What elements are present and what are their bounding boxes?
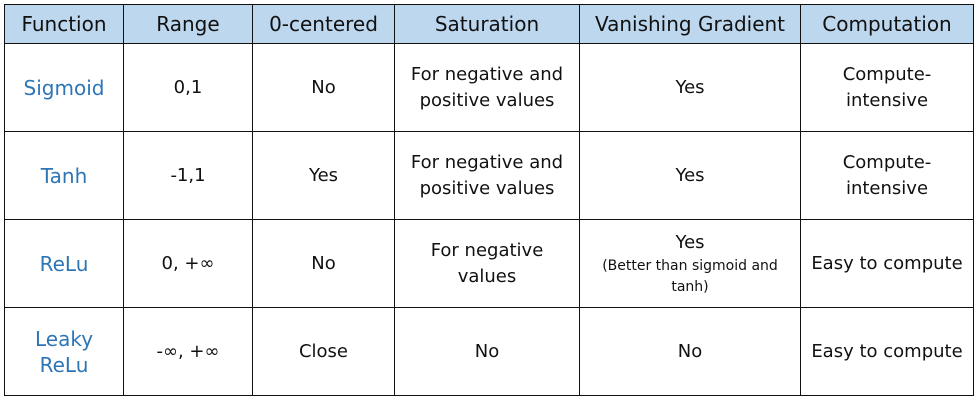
header-zero-centered: 0-centered — [252, 4, 395, 44]
zero-centered-cell: Close — [252, 307, 395, 396]
function-cell: ReLu — [4, 219, 124, 308]
header-vanishing-gradient: Vanishing Gradient — [579, 4, 801, 44]
computation-cell: Compute-intensive — [800, 131, 974, 220]
computation-cell: Easy to compute — [800, 307, 974, 396]
header-range: Range — [123, 4, 253, 44]
function-cell: Sigmoid — [4, 43, 124, 132]
range-cell: 0,1 — [123, 43, 253, 132]
vanishing-gradient-value: No — [677, 340, 703, 362]
computation-cell: Easy to compute — [800, 219, 974, 308]
comparison-table: Function Range 0-centered Saturation Van… — [4, 4, 974, 396]
header-row: Function Range 0-centered Saturation Van… — [4, 4, 974, 44]
header-function: Function — [4, 4, 124, 44]
saturation-cell: For negative and positive values — [394, 43, 580, 132]
zero-centered-cell: Yes — [252, 131, 395, 220]
vanishing-gradient-cell: Yes — [579, 131, 801, 220]
table-row: Leaky ReLu -∞, +∞ Close No No Easy to co… — [4, 307, 974, 396]
header-computation: Computation — [800, 4, 974, 44]
saturation-cell: For negative values — [394, 219, 580, 308]
range-cell: -∞, +∞ — [123, 307, 253, 396]
vanishing-gradient-value: Yes — [675, 231, 705, 253]
saturation-cell: No — [394, 307, 580, 396]
function-cell: Leaky ReLu — [4, 307, 124, 396]
vanishing-gradient-value: Yes — [675, 164, 705, 186]
header-saturation: Saturation — [394, 4, 580, 44]
vanishing-gradient-value: Yes — [675, 76, 705, 98]
table-row: ReLu 0, +∞ No For negative values Yes (B… — [4, 219, 974, 308]
table-row: Tanh -1,1 Yes For negative and positive … — [4, 131, 974, 220]
range-cell: 0, +∞ — [123, 219, 253, 308]
vanishing-gradient-cell: Yes — [579, 43, 801, 132]
computation-cell: Compute-intensive — [800, 43, 974, 132]
function-cell: Tanh — [4, 131, 124, 220]
range-cell: -1,1 — [123, 131, 253, 220]
zero-centered-cell: No — [252, 219, 395, 308]
saturation-cell: For negative and positive values — [394, 131, 580, 220]
vanishing-gradient-cell: No — [579, 307, 801, 396]
vanishing-gradient-note: (Better than sigmoid and tanh) — [602, 257, 778, 295]
table-row: Sigmoid 0,1 No For negative and positive… — [4, 43, 974, 132]
zero-centered-cell: No — [252, 43, 395, 132]
activation-function-comparison: Function Range 0-centered Saturation Van… — [4, 4, 974, 396]
vanishing-gradient-cell: Yes (Better than sigmoid and tanh) — [579, 219, 801, 308]
